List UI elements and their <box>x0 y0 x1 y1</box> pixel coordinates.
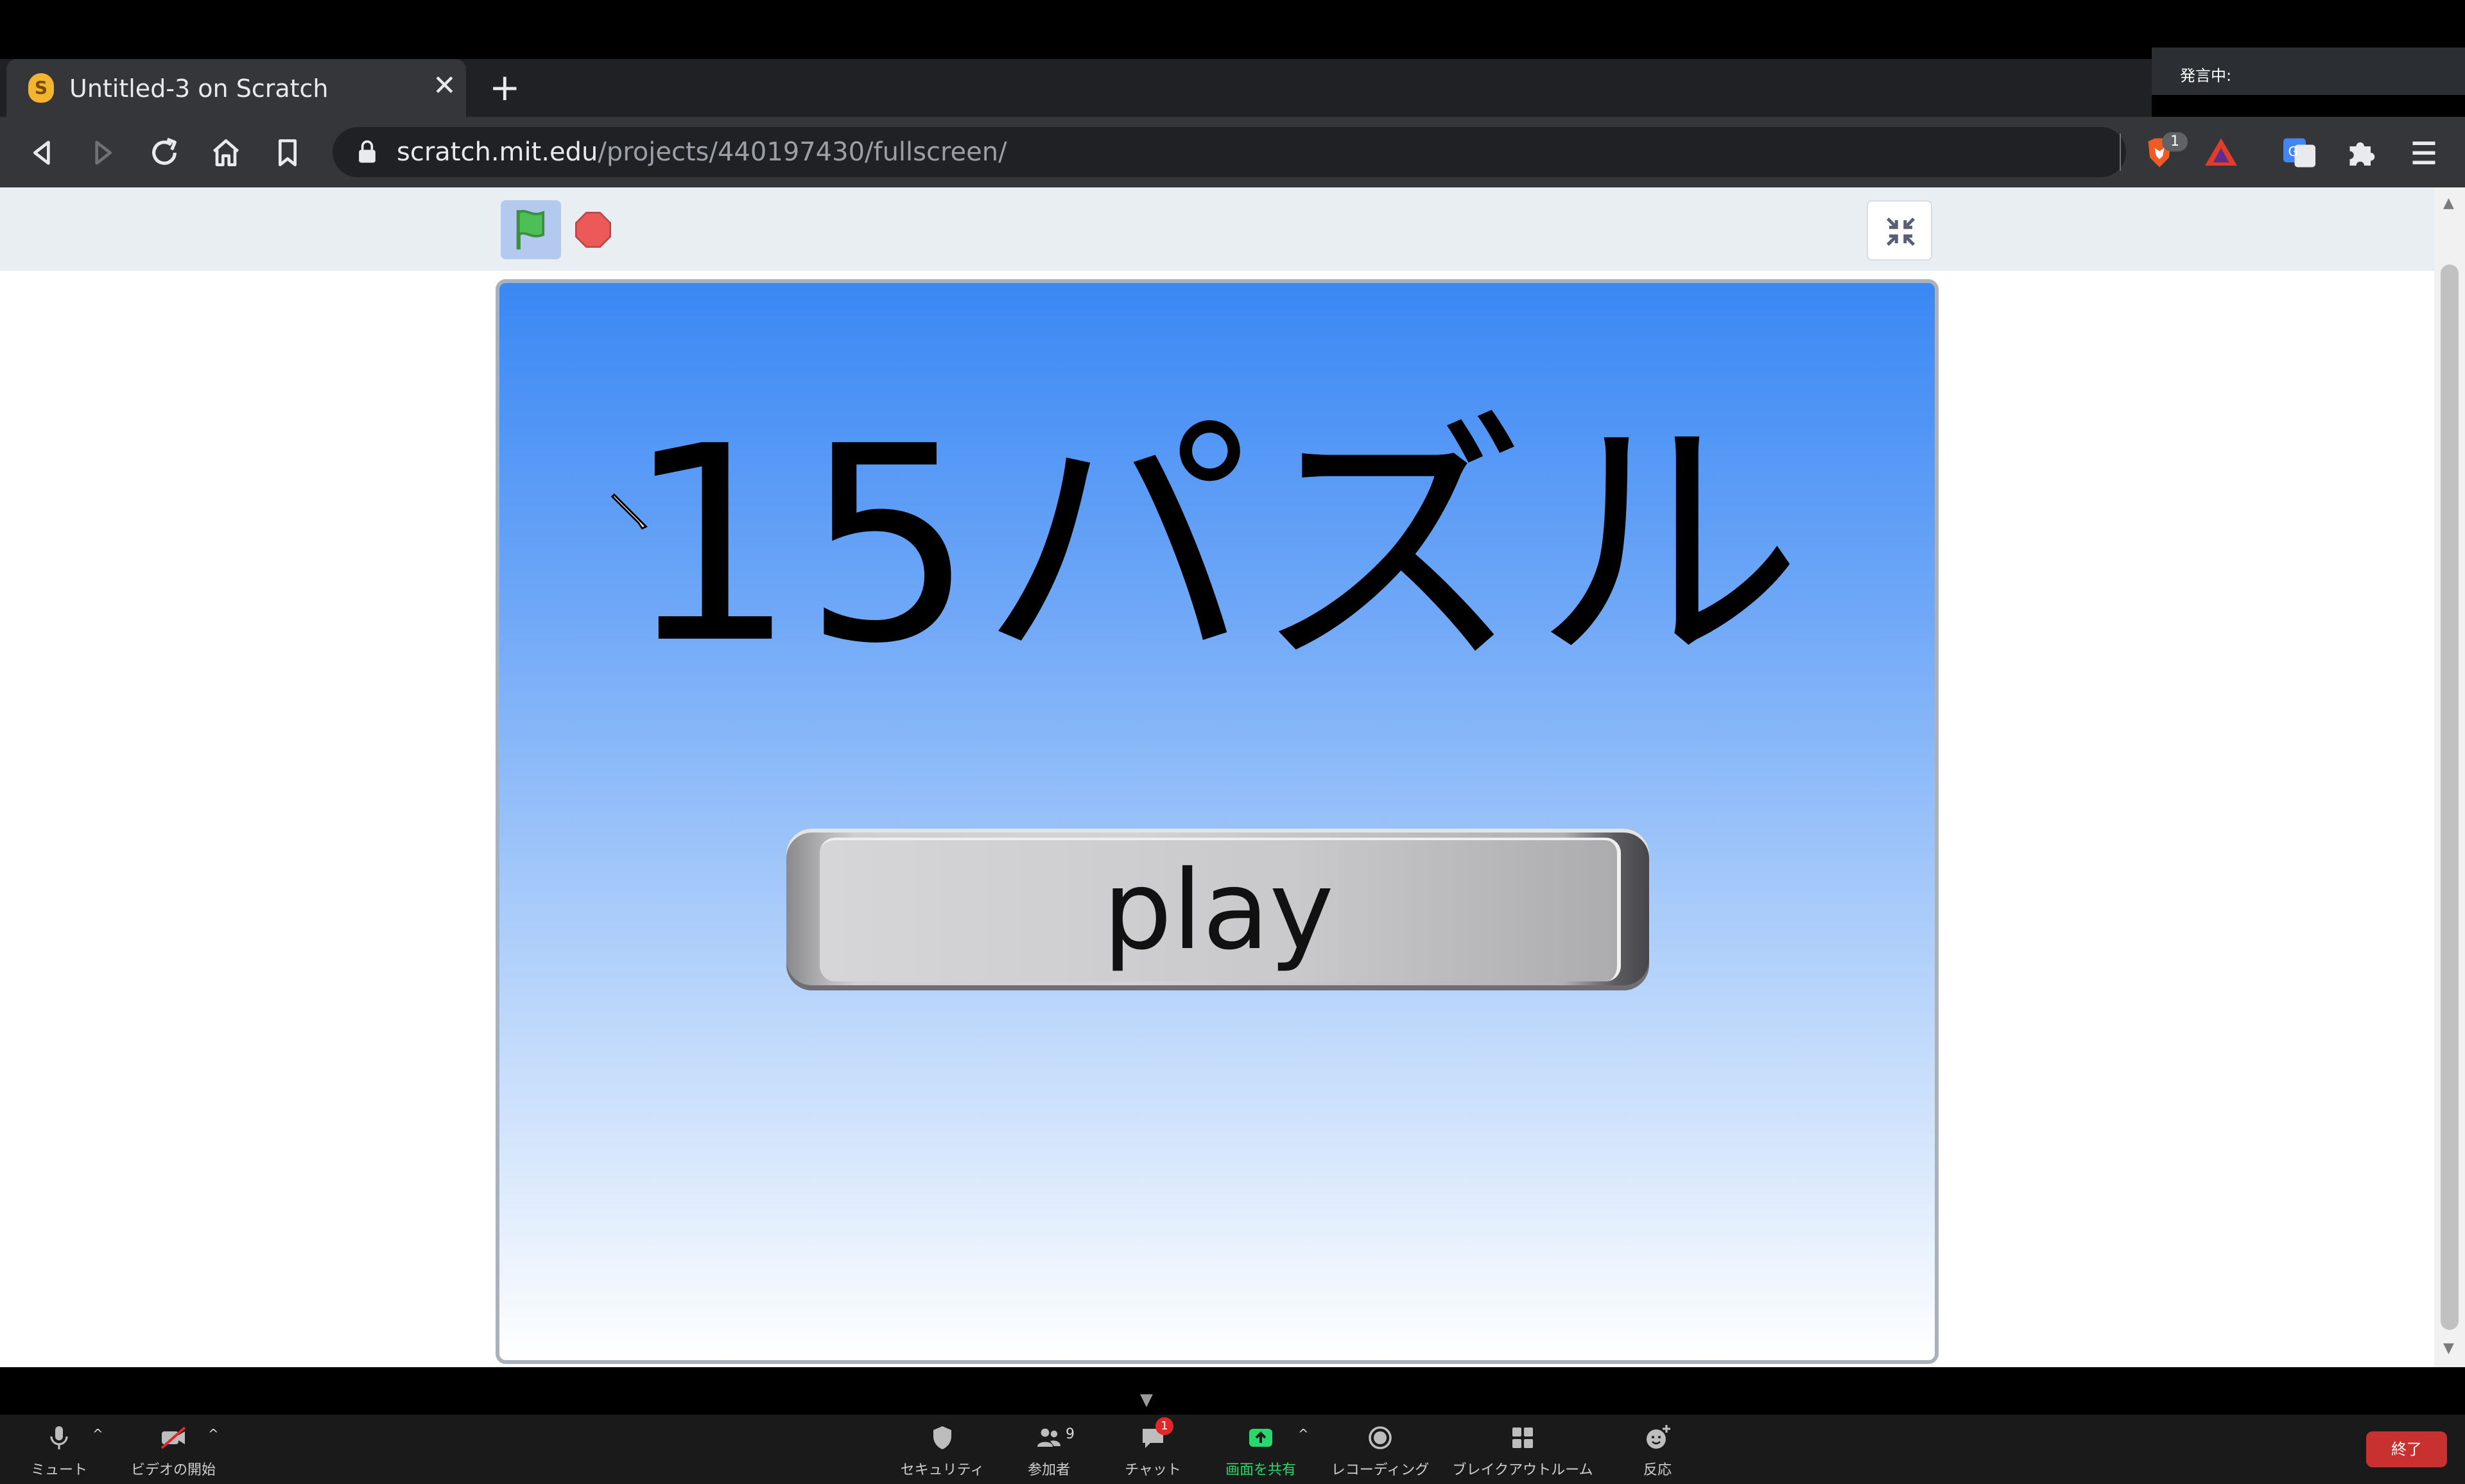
google-translate-icon[interactable]: G <box>2280 134 2319 172</box>
breakout-rooms-icon <box>1512 1428 1533 1448</box>
participants-icon <box>1037 1428 1060 1447</box>
exit-fullscreen-button[interactable] <box>1867 200 1932 261</box>
scratch-stage[interactable]: 15パズル play <box>496 279 1939 1364</box>
stage-title: 15パズル <box>625 389 1810 703</box>
address-bar[interactable]: scratch.mit.edu/projects/440197430/fulls… <box>333 127 2126 177</box>
chat-unread-badge: 1 <box>1155 1417 1173 1435</box>
green-flag-icon <box>516 210 545 250</box>
play-sprite-button[interactable]: play <box>786 829 1649 990</box>
tab-strip: S Untitled-3 on Scratch ✕ + <box>0 59 2152 117</box>
play-button-face: play <box>820 838 1621 981</box>
url-host: scratch.mit.edu <box>397 137 598 167</box>
tab-title: Untitled-3 on Scratch <box>69 74 329 103</box>
green-flag-button[interactable] <box>501 200 561 259</box>
svg-text:G: G <box>2288 144 2299 159</box>
zoom-collapse-icon[interactable]: ▼ <box>1140 1390 1153 1410</box>
scratch-controls-bar <box>0 187 2434 271</box>
share-screen-icon <box>1249 1429 1272 1447</box>
zoom-reactions-button[interactable]: 反応 <box>1587 1422 1728 1481</box>
shield-icon <box>933 1426 951 1449</box>
play-label: play <box>1103 847 1334 974</box>
screen-top-bar <box>0 0 2465 59</box>
reaction-smiley-icon <box>1647 1425 1670 1449</box>
stop-sign-icon <box>575 212 611 248</box>
video-options-caret-icon[interactable]: ^ <box>208 1426 219 1442</box>
page-scrollbar[interactable]: ▲ ▼ <box>2434 187 2465 1367</box>
scroll-thumb[interactable] <box>2441 264 2459 1330</box>
url-text: scratch.mit.edu/projects/440197430/fulls… <box>397 137 1007 167</box>
home-icon[interactable] <box>208 135 244 171</box>
record-icon <box>1369 1426 1392 1449</box>
bookmark-icon[interactable] <box>270 135 306 171</box>
video-label: ビデオの開始 <box>130 1462 216 1478</box>
extensions-puzzle-icon[interactable] <box>2342 134 2380 172</box>
scratch-fullscreen-page: 15パズル play <box>0 187 2434 1367</box>
forward-icon[interactable] <box>85 135 121 171</box>
zoom-end-meeting-button[interactable]: 終了 <box>2366 1431 2447 1467</box>
reactions-label: 反応 <box>1643 1462 1672 1478</box>
zoom-video-button[interactable]: ビデオの開始 <box>103 1422 244 1481</box>
breakout-label: ブレイクアウトルーム <box>1452 1462 1593 1478</box>
zoom-recording-button[interactable]: レコーディング <box>1310 1422 1451 1481</box>
new-tab-icon[interactable]: + <box>489 68 521 107</box>
back-icon[interactable] <box>24 135 60 171</box>
recording-label: レコーディング <box>1331 1462 1430 1478</box>
brave-shields-badge: 1 <box>2162 132 2188 151</box>
url-path: /projects/440197430/fullscreen/ <box>598 137 1007 167</box>
participants-count: 9 <box>1066 1426 1075 1442</box>
zoom-speaking-indicator: 発言中: <box>2152 47 2465 95</box>
toolbar-divider <box>2120 134 2121 171</box>
video-off-icon <box>160 1426 186 1449</box>
brave-rewards-icon[interactable] <box>2202 134 2240 172</box>
browser-tab[interactable]: S Untitled-3 on Scratch ✕ <box>6 59 466 117</box>
reload-icon[interactable] <box>146 135 182 171</box>
microphone-icon <box>50 1426 68 1449</box>
browser-menu-icon[interactable] <box>2405 134 2443 172</box>
exit-fullscreen-icon <box>1886 217 1916 246</box>
scroll-up-icon[interactable]: ▲ <box>2443 195 2454 211</box>
lock-icon[interactable] <box>353 137 381 167</box>
zoom-breakout-button[interactable]: ブレイクアウトルーム <box>1452 1422 1593 1481</box>
speaking-label: 発言中: <box>2180 67 2232 85</box>
tab-close-icon[interactable]: ✕ <box>433 71 456 101</box>
scroll-down-icon[interactable]: ▼ <box>2443 1340 2454 1356</box>
share-options-caret-icon[interactable]: ^ <box>1298 1426 1309 1442</box>
mute-options-caret-icon[interactable]: ^ <box>92 1426 103 1442</box>
pen-cursor-icon <box>609 489 653 534</box>
scratch-favicon-icon: S <box>28 73 54 103</box>
stop-button[interactable] <box>573 209 614 250</box>
zoom-controls-strip <box>0 1367 2465 1415</box>
